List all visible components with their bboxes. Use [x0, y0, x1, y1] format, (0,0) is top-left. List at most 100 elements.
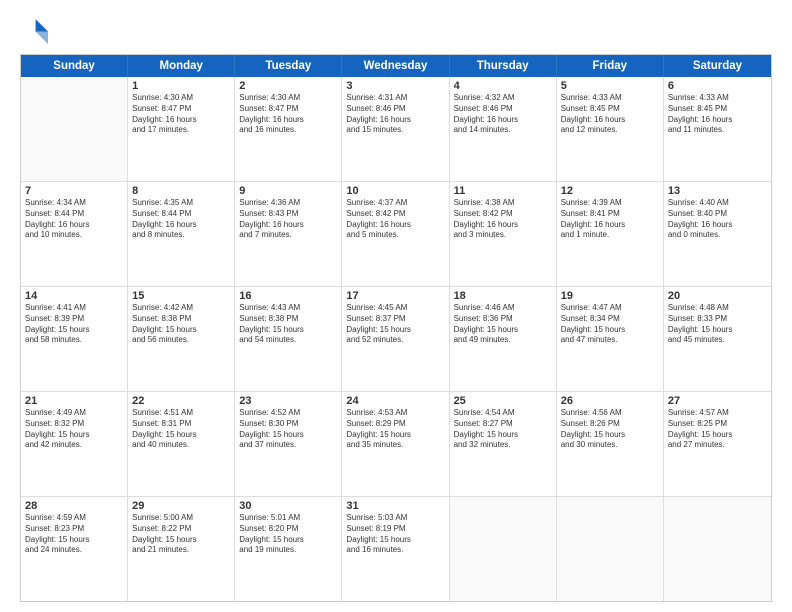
- day-number: 14: [25, 290, 123, 302]
- day-info: Sunrise: 4:49 AM Sunset: 8:32 PM Dayligh…: [25, 408, 123, 451]
- day-info: Sunrise: 4:54 AM Sunset: 8:27 PM Dayligh…: [454, 408, 552, 451]
- calendar-header: SundayMondayTuesdayWednesdayThursdayFrid…: [21, 55, 771, 77]
- calendar-cell: 30Sunrise: 5:01 AM Sunset: 8:20 PM Dayli…: [235, 497, 342, 601]
- header-day-wednesday: Wednesday: [342, 55, 449, 77]
- day-info: Sunrise: 4:35 AM Sunset: 8:44 PM Dayligh…: [132, 198, 230, 241]
- calendar-cell: 15Sunrise: 4:42 AM Sunset: 8:38 PM Dayli…: [128, 287, 235, 391]
- day-info: Sunrise: 4:42 AM Sunset: 8:38 PM Dayligh…: [132, 303, 230, 346]
- calendar-cell: 9Sunrise: 4:36 AM Sunset: 8:43 PM Daylig…: [235, 182, 342, 286]
- calendar-row-2: 14Sunrise: 4:41 AM Sunset: 8:39 PM Dayli…: [21, 286, 771, 391]
- header: [20, 16, 772, 44]
- day-number: 21: [25, 395, 123, 407]
- calendar-cell: 31Sunrise: 5:03 AM Sunset: 8:19 PM Dayli…: [342, 497, 449, 601]
- day-info: Sunrise: 4:52 AM Sunset: 8:30 PM Dayligh…: [239, 408, 337, 451]
- calendar-cell: 20Sunrise: 4:48 AM Sunset: 8:33 PM Dayli…: [664, 287, 771, 391]
- day-info: Sunrise: 4:34 AM Sunset: 8:44 PM Dayligh…: [25, 198, 123, 241]
- day-info: Sunrise: 4:36 AM Sunset: 8:43 PM Dayligh…: [239, 198, 337, 241]
- header-day-sunday: Sunday: [21, 55, 128, 77]
- calendar-cell: 12Sunrise: 4:39 AM Sunset: 8:41 PM Dayli…: [557, 182, 664, 286]
- day-info: Sunrise: 4:30 AM Sunset: 8:47 PM Dayligh…: [239, 93, 337, 136]
- day-number: 13: [668, 185, 767, 197]
- day-number: 22: [132, 395, 230, 407]
- day-number: 9: [239, 185, 337, 197]
- calendar-cell: 3Sunrise: 4:31 AM Sunset: 8:46 PM Daylig…: [342, 77, 449, 181]
- calendar-cell: 24Sunrise: 4:53 AM Sunset: 8:29 PM Dayli…: [342, 392, 449, 496]
- calendar-cell: [21, 77, 128, 181]
- day-info: Sunrise: 4:32 AM Sunset: 8:46 PM Dayligh…: [454, 93, 552, 136]
- day-number: 17: [346, 290, 444, 302]
- day-number: 7: [25, 185, 123, 197]
- day-info: Sunrise: 4:59 AM Sunset: 8:23 PM Dayligh…: [25, 513, 123, 556]
- page: SundayMondayTuesdayWednesdayThursdayFrid…: [0, 0, 792, 612]
- calendar-cell: 8Sunrise: 4:35 AM Sunset: 8:44 PM Daylig…: [128, 182, 235, 286]
- day-number: 1: [132, 80, 230, 92]
- day-number: 20: [668, 290, 767, 302]
- calendar-cell: 23Sunrise: 4:52 AM Sunset: 8:30 PM Dayli…: [235, 392, 342, 496]
- day-number: 23: [239, 395, 337, 407]
- day-number: 27: [668, 395, 767, 407]
- day-number: 31: [346, 500, 444, 512]
- day-info: Sunrise: 4:53 AM Sunset: 8:29 PM Dayligh…: [346, 408, 444, 451]
- header-day-tuesday: Tuesday: [235, 55, 342, 77]
- header-day-monday: Monday: [128, 55, 235, 77]
- day-number: 5: [561, 80, 659, 92]
- day-info: Sunrise: 4:33 AM Sunset: 8:45 PM Dayligh…: [668, 93, 767, 136]
- calendar-cell: 26Sunrise: 4:56 AM Sunset: 8:26 PM Dayli…: [557, 392, 664, 496]
- day-info: Sunrise: 5:01 AM Sunset: 8:20 PM Dayligh…: [239, 513, 337, 556]
- day-info: Sunrise: 4:33 AM Sunset: 8:45 PM Dayligh…: [561, 93, 659, 136]
- calendar-cell: 27Sunrise: 4:57 AM Sunset: 8:25 PM Dayli…: [664, 392, 771, 496]
- calendar-row-1: 7Sunrise: 4:34 AM Sunset: 8:44 PM Daylig…: [21, 181, 771, 286]
- calendar-cell: 10Sunrise: 4:37 AM Sunset: 8:42 PM Dayli…: [342, 182, 449, 286]
- calendar-cell: 5Sunrise: 4:33 AM Sunset: 8:45 PM Daylig…: [557, 77, 664, 181]
- header-day-saturday: Saturday: [664, 55, 771, 77]
- day-number: 19: [561, 290, 659, 302]
- calendar-body: 1Sunrise: 4:30 AM Sunset: 8:47 PM Daylig…: [21, 77, 771, 601]
- day-number: 28: [25, 500, 123, 512]
- day-number: 12: [561, 185, 659, 197]
- day-info: Sunrise: 4:45 AM Sunset: 8:37 PM Dayligh…: [346, 303, 444, 346]
- calendar-cell: 14Sunrise: 4:41 AM Sunset: 8:39 PM Dayli…: [21, 287, 128, 391]
- day-number: 3: [346, 80, 444, 92]
- calendar-cell: 16Sunrise: 4:43 AM Sunset: 8:38 PM Dayli…: [235, 287, 342, 391]
- calendar-row-3: 21Sunrise: 4:49 AM Sunset: 8:32 PM Dayli…: [21, 391, 771, 496]
- day-info: Sunrise: 5:00 AM Sunset: 8:22 PM Dayligh…: [132, 513, 230, 556]
- day-number: 4: [454, 80, 552, 92]
- calendar-cell: 1Sunrise: 4:30 AM Sunset: 8:47 PM Daylig…: [128, 77, 235, 181]
- calendar-cell: 25Sunrise: 4:54 AM Sunset: 8:27 PM Dayli…: [450, 392, 557, 496]
- day-info: Sunrise: 5:03 AM Sunset: 8:19 PM Dayligh…: [346, 513, 444, 556]
- calendar-cell: 19Sunrise: 4:47 AM Sunset: 8:34 PM Dayli…: [557, 287, 664, 391]
- calendar-cell: 29Sunrise: 5:00 AM Sunset: 8:22 PM Dayli…: [128, 497, 235, 601]
- calendar-cell: 13Sunrise: 4:40 AM Sunset: 8:40 PM Dayli…: [664, 182, 771, 286]
- day-number: 25: [454, 395, 552, 407]
- day-info: Sunrise: 4:30 AM Sunset: 8:47 PM Dayligh…: [132, 93, 230, 136]
- day-number: 8: [132, 185, 230, 197]
- calendar-cell: 11Sunrise: 4:38 AM Sunset: 8:42 PM Dayli…: [450, 182, 557, 286]
- day-info: Sunrise: 4:57 AM Sunset: 8:25 PM Dayligh…: [668, 408, 767, 451]
- day-number: 16: [239, 290, 337, 302]
- day-info: Sunrise: 4:39 AM Sunset: 8:41 PM Dayligh…: [561, 198, 659, 241]
- day-info: Sunrise: 4:51 AM Sunset: 8:31 PM Dayligh…: [132, 408, 230, 451]
- calendar-cell: 17Sunrise: 4:45 AM Sunset: 8:37 PM Dayli…: [342, 287, 449, 391]
- calendar-cell: 22Sunrise: 4:51 AM Sunset: 8:31 PM Dayli…: [128, 392, 235, 496]
- calendar-row-4: 28Sunrise: 4:59 AM Sunset: 8:23 PM Dayli…: [21, 496, 771, 601]
- calendar-cell: 21Sunrise: 4:49 AM Sunset: 8:32 PM Dayli…: [21, 392, 128, 496]
- calendar-cell: 2Sunrise: 4:30 AM Sunset: 8:47 PM Daylig…: [235, 77, 342, 181]
- header-day-thursday: Thursday: [450, 55, 557, 77]
- day-info: Sunrise: 4:38 AM Sunset: 8:42 PM Dayligh…: [454, 198, 552, 241]
- day-number: 26: [561, 395, 659, 407]
- calendar-cell: [664, 497, 771, 601]
- calendar-cell: 4Sunrise: 4:32 AM Sunset: 8:46 PM Daylig…: [450, 77, 557, 181]
- day-info: Sunrise: 4:41 AM Sunset: 8:39 PM Dayligh…: [25, 303, 123, 346]
- calendar: SundayMondayTuesdayWednesdayThursdayFrid…: [20, 54, 772, 602]
- header-day-friday: Friday: [557, 55, 664, 77]
- day-number: 15: [132, 290, 230, 302]
- day-info: Sunrise: 4:43 AM Sunset: 8:38 PM Dayligh…: [239, 303, 337, 346]
- day-info: Sunrise: 4:48 AM Sunset: 8:33 PM Dayligh…: [668, 303, 767, 346]
- calendar-cell: 6Sunrise: 4:33 AM Sunset: 8:45 PM Daylig…: [664, 77, 771, 181]
- day-info: Sunrise: 4:40 AM Sunset: 8:40 PM Dayligh…: [668, 198, 767, 241]
- day-number: 24: [346, 395, 444, 407]
- calendar-row-0: 1Sunrise: 4:30 AM Sunset: 8:47 PM Daylig…: [21, 77, 771, 181]
- calendar-cell: 18Sunrise: 4:46 AM Sunset: 8:36 PM Dayli…: [450, 287, 557, 391]
- calendar-cell: 7Sunrise: 4:34 AM Sunset: 8:44 PM Daylig…: [21, 182, 128, 286]
- day-info: Sunrise: 4:47 AM Sunset: 8:34 PM Dayligh…: [561, 303, 659, 346]
